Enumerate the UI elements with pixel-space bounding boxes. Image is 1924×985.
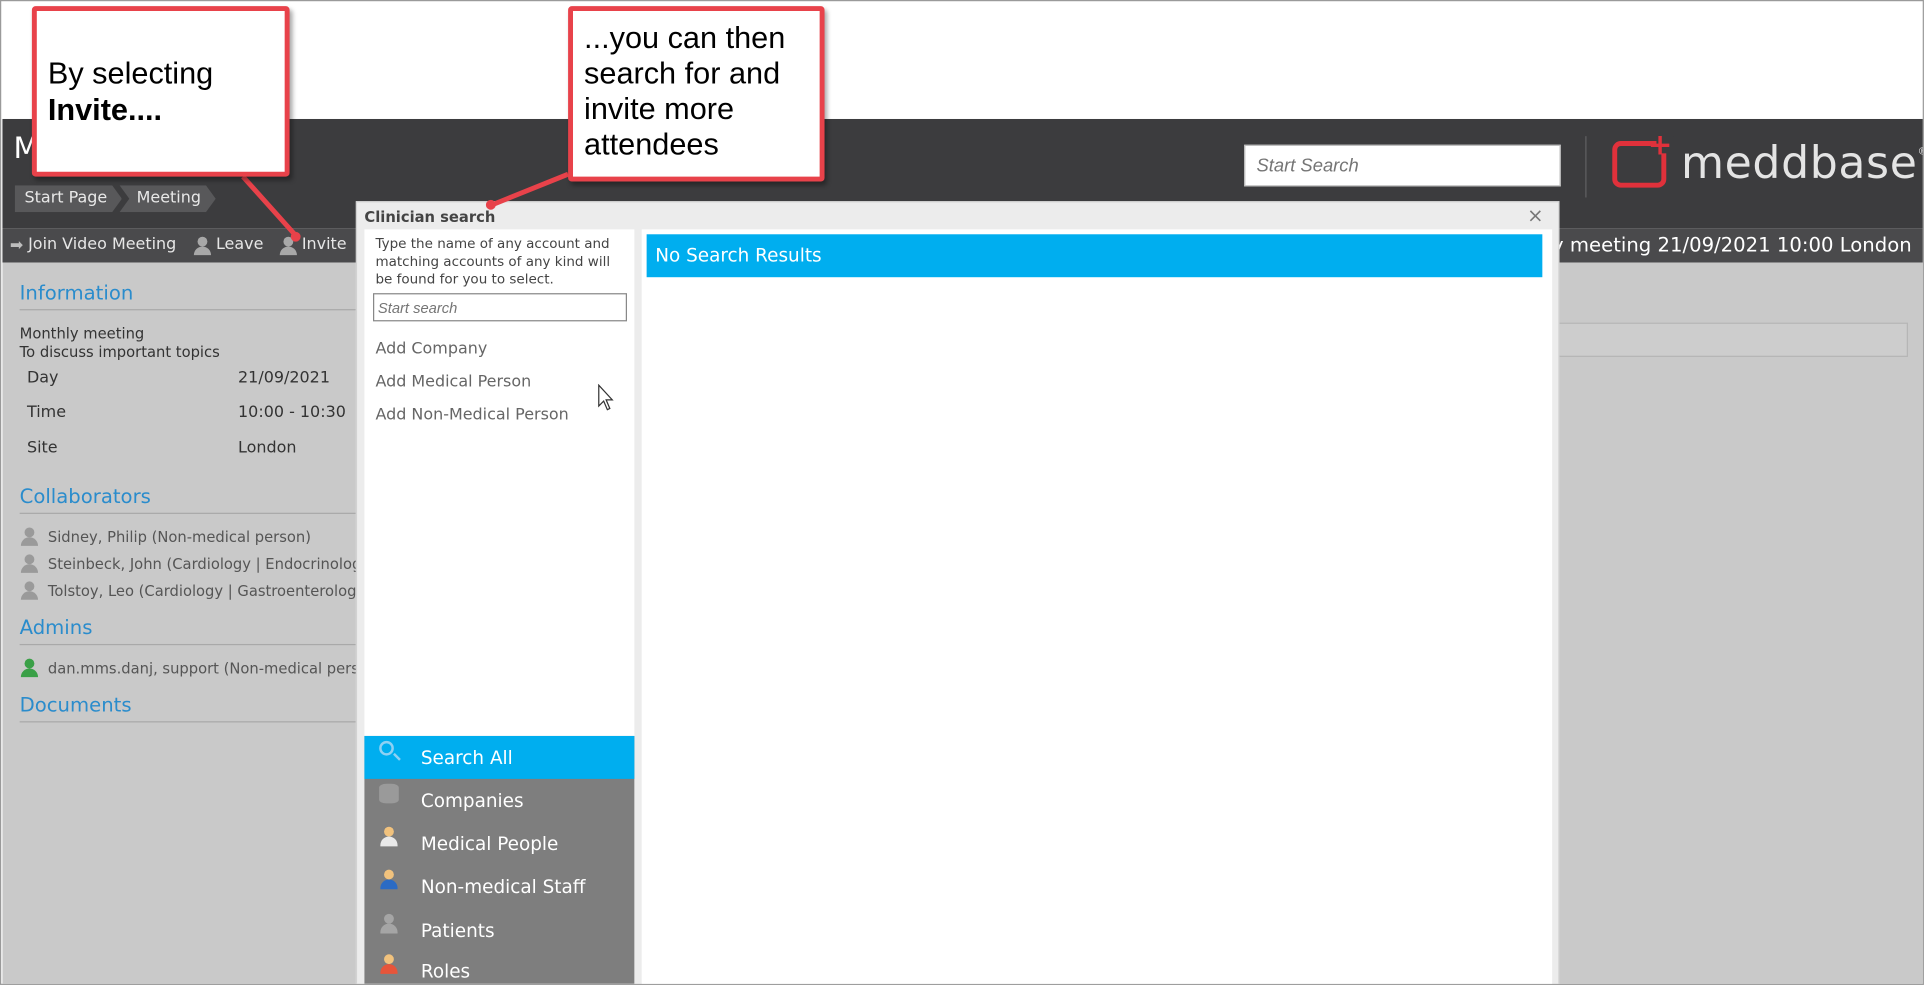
category-non-medical-staff[interactable]: Non-medical Staff xyxy=(364,865,634,908)
database-icon xyxy=(379,783,399,804)
join-video-meeting-button[interactable]: ➡ Join Video Meeting xyxy=(9,236,176,255)
person-icon xyxy=(20,554,41,574)
search-results-panel: No Search Results xyxy=(641,229,1553,984)
doctor-icon xyxy=(379,826,399,847)
close-icon[interactable]: × xyxy=(1527,204,1543,227)
global-search-input[interactable] xyxy=(1244,144,1561,187)
clinician-search-dialog: Clinician search × Type the name of any … xyxy=(355,201,1560,984)
collaborator-item[interactable]: Sidney, Philip (Non-medical person) xyxy=(20,527,311,547)
admins-heading: Admins xyxy=(19,616,356,646)
time-value: 10:00 - 10:30 xyxy=(238,403,346,422)
information-heading: Information xyxy=(19,281,356,311)
day-label: Day xyxy=(26,369,59,388)
meddbase-logo: meddbase® xyxy=(1612,127,1923,189)
search-callout: ...you can then search for and invite mo… xyxy=(568,6,825,182)
logo-mark-icon xyxy=(1612,127,1674,188)
category-companies[interactable]: Companies xyxy=(364,779,634,822)
leave-button[interactable]: Leave xyxy=(193,236,263,255)
search-help-text: Type the name of any account and matchin… xyxy=(375,235,611,288)
arrow-right-icon: ➡ xyxy=(9,236,24,255)
search-left-panel: Type the name of any account and matchin… xyxy=(364,229,635,984)
invite-button[interactable]: Invite xyxy=(279,236,347,255)
background-input-field xyxy=(1558,322,1908,357)
no-results-banner: No Search Results xyxy=(646,234,1543,278)
collaborators-heading: Collaborators xyxy=(19,485,356,514)
search-icon xyxy=(379,740,394,756)
category-medical-people[interactable]: Medical People xyxy=(364,822,634,865)
person-icon xyxy=(20,527,41,547)
mouse-cursor-icon xyxy=(598,383,614,411)
breadcrumb-meeting[interactable]: Meeting xyxy=(119,185,215,212)
site-label: Site xyxy=(26,439,58,458)
person-add-icon xyxy=(279,236,297,255)
person-icon xyxy=(193,236,212,255)
screenshot-stage: M Start Page Meeting meddbase® ➡ Join Vi… xyxy=(0,0,1924,985)
meeting-description-line1: Monthly meeting xyxy=(19,325,145,343)
invite-callout: By selecting Invite.... xyxy=(31,6,290,177)
add-medical-person-link[interactable]: Add Medical Person xyxy=(375,373,531,391)
breadcrumb-start-page[interactable]: Start Page xyxy=(15,185,122,212)
patient-icon xyxy=(379,913,399,934)
admin-item[interactable]: dan.mms.danj, support (Non-medical perso… xyxy=(20,658,383,679)
breadcrumb: Start Page Meeting xyxy=(15,185,221,212)
add-company-link[interactable]: Add Company xyxy=(375,340,487,358)
meeting-title: ly meeting 21/09/2021 10:00 London xyxy=(1546,233,1912,257)
person-icon xyxy=(20,581,41,601)
collaborator-item[interactable]: Tolstoy, Leo (Cardiology | Gastroenterol… xyxy=(20,581,391,601)
category-roles[interactable]: Roles xyxy=(364,949,634,983)
time-label: Time xyxy=(26,403,67,422)
search-category-list: Search All Companies Medical People Non-… xyxy=(364,735,635,984)
logo-text: meddbase® xyxy=(1680,138,1923,189)
roles-icon xyxy=(379,954,399,974)
clinician-search-input[interactable] xyxy=(373,293,627,322)
meeting-description-line2: To discuss important topics xyxy=(19,343,220,361)
documents-heading: Documents xyxy=(19,693,356,723)
staff-icon xyxy=(379,869,399,890)
header-divider xyxy=(1585,136,1587,198)
add-non-medical-person-link[interactable]: Add Non-Medical Person xyxy=(375,406,568,424)
category-patients[interactable]: Patients xyxy=(364,909,634,952)
site-value: London xyxy=(238,439,297,458)
collaborator-item[interactable]: Steinbeck, John (Cardiology | Endocrinol… xyxy=(20,554,396,574)
dialog-title: Clinician search xyxy=(364,208,496,226)
day-value: 21/09/2021 xyxy=(238,369,330,388)
category-search-all[interactable]: Search All xyxy=(364,735,635,779)
admin-person-icon xyxy=(20,658,41,679)
